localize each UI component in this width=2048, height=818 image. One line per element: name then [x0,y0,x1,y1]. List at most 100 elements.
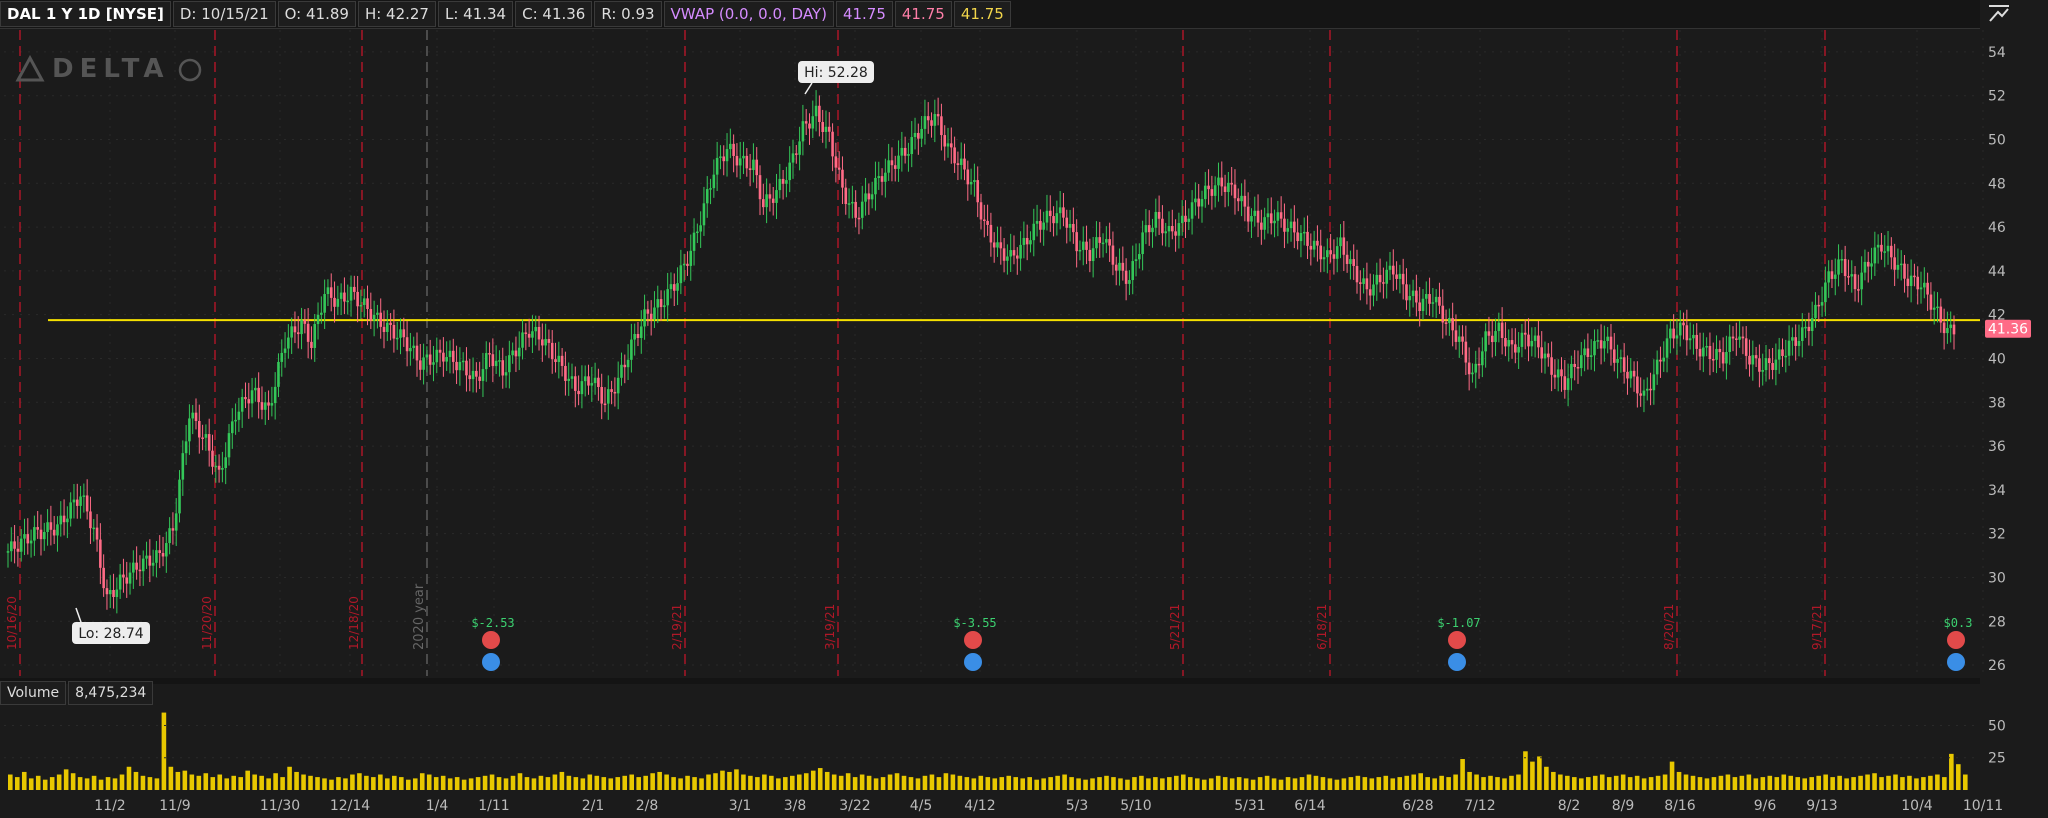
volume-bar [350,774,355,790]
candle [1302,231,1306,234]
candle [336,298,340,307]
candle [1180,215,1184,224]
volume-bar [1083,779,1088,790]
candle [1827,271,1830,283]
volume-bar [1292,778,1298,790]
candle [686,263,689,266]
drawing-tools-icon[interactable] [1986,3,2012,25]
volume-bar [636,777,641,790]
volume-bar [405,779,411,790]
candle [514,350,518,357]
candle [1022,237,1026,245]
volume-bar [1264,775,1270,790]
volume-bar [1013,777,1019,790]
candle [102,567,105,589]
volume-bar [412,778,418,790]
volume-bar [42,779,48,790]
volume-bar [769,775,774,790]
candle [320,312,323,315]
candle [1514,344,1517,353]
candle [234,419,237,422]
volume-bar [587,774,593,790]
volume-bar [1767,775,1773,790]
volume-bar [1181,774,1186,790]
candle [1530,340,1534,347]
vwap-value-3: 41.75 [953,1,1011,27]
candle [527,333,531,338]
candle [1339,237,1342,247]
candle [1543,353,1547,359]
candle [1599,340,1603,349]
candle [376,312,379,315]
volume-bar [1453,774,1458,790]
candle [564,365,567,381]
candle [1711,359,1715,361]
candle [1434,296,1438,303]
low-field: L: 41.34 [437,1,514,27]
price-tick-label: 32 [1988,527,2006,543]
candle [108,589,112,595]
candle [92,527,96,530]
candle [481,369,485,381]
volume-bar [629,774,634,790]
candle [158,550,162,554]
volume-bar [552,774,558,790]
candle [369,309,373,321]
candle [132,562,135,573]
volume-bar [112,778,118,790]
volume-bar [1956,764,1961,790]
candle [1566,378,1570,390]
volume-bar [238,777,243,790]
candle [1293,221,1296,233]
candle [917,132,920,139]
vwap-label[interactable]: VWAP (0.0, 0.0, DAY) [663,1,834,27]
volume-bar [1383,775,1389,790]
candle [1787,340,1791,356]
candle [59,515,63,525]
volume-bar [84,778,90,790]
candle [382,326,386,332]
candle [1378,274,1382,283]
year-label: 2020 year [412,583,427,650]
volume-bar [845,773,851,790]
volume-bar [1544,766,1549,790]
candle [580,381,584,395]
volume-bar [1516,774,1521,790]
volume-bar [392,775,397,790]
candle [1573,363,1576,367]
volume-bar [985,777,991,790]
volume-bar [992,778,998,790]
price-tick-label: 26 [1988,658,2006,674]
price-chart[interactable]: 10/16/20 11/20/20 12/18/20 2/19/21 3/19/21 5/… [0,30,2048,818]
candle [287,337,290,349]
volume-bar [161,712,167,790]
volume-bar [922,775,928,790]
candle [804,121,808,124]
volume-bar [385,778,390,790]
candle [696,231,699,234]
candle [745,155,749,169]
candle [1936,306,1939,309]
volume-bar [1306,774,1312,790]
volume-bar [1872,773,1877,790]
candle [768,194,772,199]
volume-bar [545,777,551,790]
volume-bar [643,775,648,790]
symbol-label[interactable]: DAL 1 Y 1D [NYSE] [0,1,171,27]
volume-bar [1753,778,1759,790]
volume-bar [1523,751,1528,790]
candle [1398,273,1402,279]
candle [946,143,950,147]
volume-bar [1006,775,1012,790]
candle [13,541,16,549]
candle [1388,265,1392,270]
candle [1012,250,1016,256]
candle [857,217,861,220]
candle [1642,390,1646,396]
candle [587,376,590,386]
volume-bar [1439,775,1444,790]
candle [1949,324,1953,329]
volume-bar [357,773,362,790]
candle [880,176,884,182]
candle [1441,305,1445,323]
